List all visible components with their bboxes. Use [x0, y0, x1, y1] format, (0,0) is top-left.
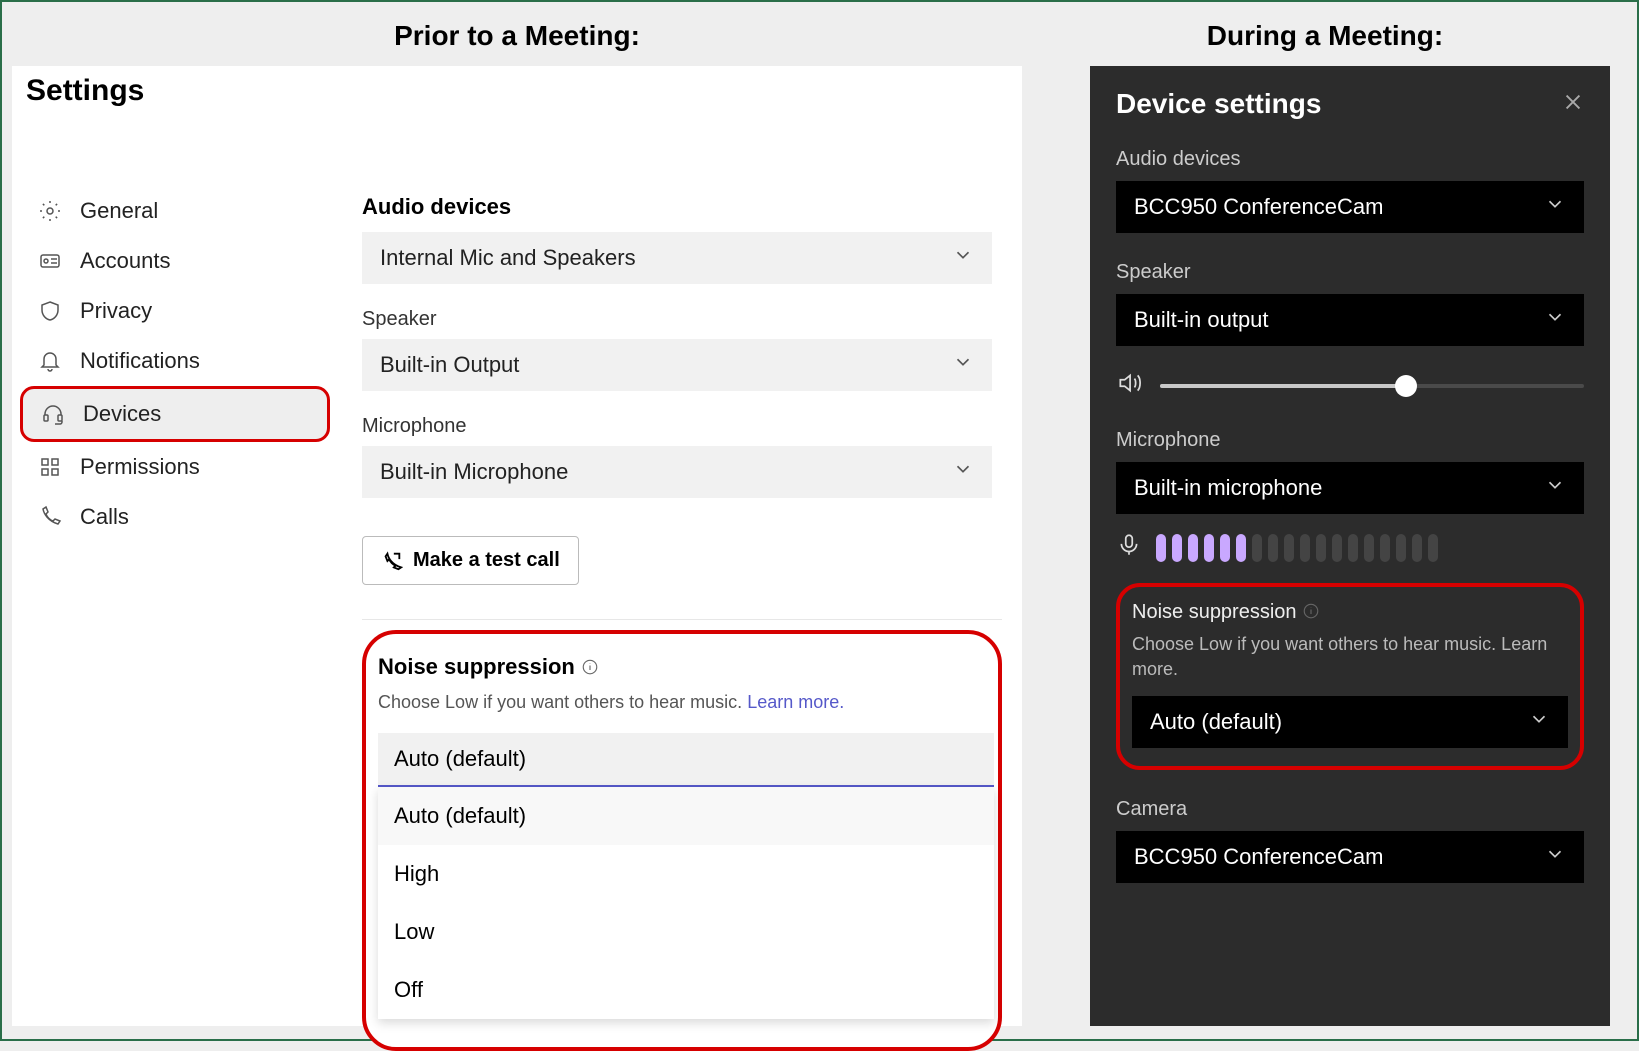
- speaker-volume-slider[interactable]: [1116, 370, 1584, 401]
- caption-prior: Prior to a Meeting:: [12, 20, 1022, 52]
- chevron-down-icon: [952, 458, 974, 486]
- gear-icon: [38, 199, 62, 223]
- audio-devices-heading: Audio devices: [362, 194, 1022, 220]
- phone-icon: [38, 505, 62, 529]
- sidebar-item-label: Notifications: [80, 348, 200, 374]
- shield-icon: [38, 299, 62, 323]
- sidebar-item-devices[interactable]: Devices: [20, 386, 330, 442]
- microphone-dropdown[interactable]: Built-in Microphone: [362, 446, 992, 498]
- microphone-icon: [1116, 532, 1142, 563]
- learn-more-link-dark[interactable]: more.: [1132, 657, 1568, 682]
- headset-icon: [41, 402, 65, 426]
- make-test-call-button[interactable]: Make a test call: [362, 536, 579, 585]
- audio-devices-heading-dark: Audio devices: [1116, 148, 1584, 171]
- phone-outgoing-icon: [381, 550, 403, 572]
- sidebar-item-notifications[interactable]: Notifications: [20, 336, 330, 386]
- divider: [362, 619, 1002, 620]
- noise-suppression-dropdown-dark[interactable]: Auto (default): [1132, 696, 1568, 748]
- chevron-down-icon: [952, 244, 974, 272]
- dropdown-selected[interactable]: Auto (default): [378, 733, 994, 787]
- speaker-dropdown-dark[interactable]: Built-in output: [1116, 294, 1584, 346]
- chevron-down-icon: [1544, 474, 1566, 502]
- close-icon[interactable]: [1562, 91, 1584, 118]
- sidebar-item-label: Calls: [80, 504, 129, 530]
- chevron-down-icon: [1544, 306, 1566, 334]
- dropdown-value: BCC950 ConferenceCam: [1134, 844, 1383, 870]
- account-icon: [38, 249, 62, 273]
- speaker-label: Speaker: [362, 308, 1022, 331]
- dropdown-options-list: Auto (default) High Low Off: [378, 787, 994, 1019]
- bell-icon: [38, 349, 62, 373]
- settings-main: Audio devices Internal Mic and Speakers …: [362, 194, 1022, 1051]
- level-bars: [1156, 534, 1438, 562]
- settings-sidebar: General Accounts Privacy Notifications D…: [20, 186, 330, 542]
- sidebar-item-label: Accounts: [80, 248, 171, 274]
- microphone-level-meter: [1116, 532, 1584, 563]
- noise-suppression-description-dark: Choose Low if you want others to hear mu…: [1132, 632, 1568, 682]
- dropdown-option-high[interactable]: High: [378, 845, 994, 903]
- settings-title: Settings: [12, 66, 1022, 130]
- sidebar-item-label: General: [80, 198, 158, 224]
- dropdown-value: BCC950 ConferenceCam: [1134, 194, 1383, 220]
- volume-knob[interactable]: [1395, 375, 1417, 397]
- info-icon[interactable]: [581, 658, 599, 676]
- noise-suppression-description: Choose Low if you want others to hear mu…: [378, 692, 986, 713]
- audio-device-dropdown-dark[interactable]: BCC950 ConferenceCam: [1116, 181, 1584, 233]
- dropdown-value: Internal Mic and Speakers: [380, 245, 636, 271]
- button-label: Make a test call: [413, 549, 560, 572]
- microphone-label-dark: Microphone: [1116, 429, 1584, 452]
- camera-dropdown[interactable]: BCC950 ConferenceCam: [1116, 831, 1584, 883]
- dropdown-option-low[interactable]: Low: [378, 903, 994, 961]
- sidebar-item-label: Devices: [83, 401, 161, 427]
- device-settings-title: Device settings: [1116, 88, 1321, 120]
- dropdown-option-auto[interactable]: Auto (default): [378, 787, 994, 845]
- chevron-down-icon: [1528, 708, 1550, 736]
- dropdown-option-off[interactable]: Off: [378, 961, 994, 1019]
- noise-suppression-heading-dark: Noise suppression: [1132, 601, 1568, 624]
- microphone-label: Microphone: [362, 415, 1022, 438]
- speaker-icon: [1116, 370, 1142, 401]
- dropdown-value: Built-in Output: [380, 352, 519, 378]
- dropdown-value: Built-in Microphone: [380, 459, 568, 485]
- learn-more-link[interactable]: Learn more.: [747, 692, 844, 712]
- dropdown-value: Auto (default): [1150, 709, 1282, 735]
- chevron-down-icon: [1544, 843, 1566, 871]
- settings-window: Settings General Accounts Privacy Notifi…: [12, 66, 1022, 1026]
- sidebar-item-calls[interactable]: Calls: [20, 492, 330, 542]
- dropdown-value: Built-in microphone: [1134, 475, 1322, 501]
- speaker-label-dark: Speaker: [1116, 261, 1584, 284]
- noise-suppression-section-dark: Noise suppression Choose Low if you want…: [1116, 583, 1584, 770]
- caption-during: During a Meeting:: [1030, 20, 1620, 52]
- grid-icon: [38, 455, 62, 479]
- microphone-dropdown-dark[interactable]: Built-in microphone: [1116, 462, 1584, 514]
- noise-suppression-heading: Noise suppression: [378, 654, 986, 680]
- chevron-down-icon: [952, 351, 974, 379]
- volume-track[interactable]: [1160, 384, 1584, 388]
- noise-suppression-dropdown[interactable]: Auto (default) Auto (default) High Low O…: [378, 733, 994, 1019]
- camera-label: Camera: [1116, 798, 1584, 821]
- dropdown-value: Auto (default): [394, 746, 526, 772]
- audio-device-dropdown[interactable]: Internal Mic and Speakers: [362, 232, 992, 284]
- volume-fill: [1160, 384, 1406, 388]
- speaker-dropdown[interactable]: Built-in Output: [362, 339, 992, 391]
- sidebar-item-privacy[interactable]: Privacy: [20, 286, 330, 336]
- noise-suppression-section: Noise suppression Choose Low if you want…: [362, 630, 1002, 1051]
- dropdown-value: Built-in output: [1134, 307, 1269, 333]
- sidebar-item-label: Permissions: [80, 454, 200, 480]
- device-settings-panel: Device settings Audio devices BCC950 Con…: [1090, 66, 1610, 1026]
- sidebar-item-permissions[interactable]: Permissions: [20, 442, 330, 492]
- info-icon[interactable]: [1302, 602, 1320, 620]
- chevron-down-icon: [1544, 193, 1566, 221]
- sidebar-item-general[interactable]: General: [20, 186, 330, 236]
- sidebar-item-accounts[interactable]: Accounts: [20, 236, 330, 286]
- sidebar-item-label: Privacy: [80, 298, 152, 324]
